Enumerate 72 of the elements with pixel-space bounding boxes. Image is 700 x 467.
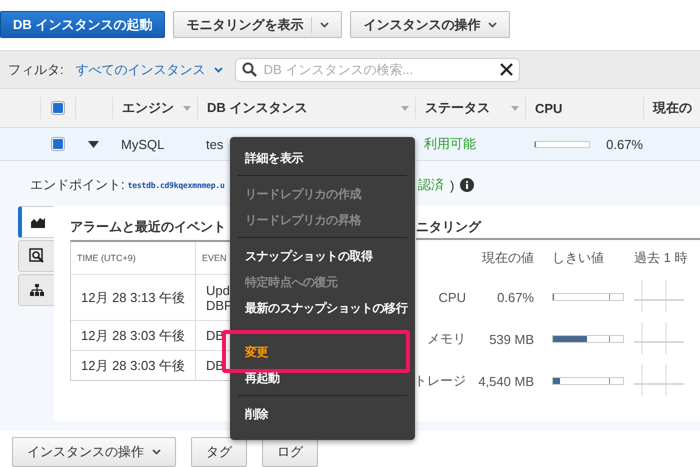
table-cell: DBF	[206, 298, 232, 312]
metric-value: 539 MB	[489, 332, 534, 346]
endpoint-paren: )	[450, 178, 454, 192]
search-icon	[28, 248, 44, 264]
clear-icon[interactable]	[500, 63, 513, 76]
metric-value: 4,540 MB	[478, 374, 534, 388]
caret-icon	[488, 22, 498, 28]
sort-caret-icon	[511, 106, 519, 110]
table-cell: 12月 28 3:13 午後	[71, 275, 196, 320]
column-header: TIME (UTC+9)	[77, 253, 136, 263]
action-button[interactable]: インスタンスの操作	[12, 437, 176, 467]
column-header: しきい値	[552, 249, 604, 267]
expand-arrow-icon[interactable]	[88, 140, 99, 148]
column-header: 過去 1 時	[634, 249, 688, 267]
area-chart-icon	[31, 216, 45, 228]
table-cell-text: tes	[205, 136, 224, 152]
monitoring-title: ニタリング	[416, 219, 481, 234]
metric-name: トレージ	[414, 372, 466, 390]
menu-item[interactable]: 削除	[230, 401, 415, 427]
hierarchy-icon	[30, 284, 44, 296]
table-cell-text: MySQL	[120, 136, 166, 152]
column-header: 現在の値	[482, 249, 534, 267]
cpu-bar	[534, 140, 590, 148]
instance-actions-button[interactable]: インスタンスの操作	[350, 11, 510, 38]
monitoring-button[interactable]: モニタリングを表示	[173, 11, 342, 38]
threshold-bar	[552, 293, 624, 301]
metric-value: 0.67%	[497, 290, 534, 304]
launch-instance-button[interactable]: DB インスタンスの起動	[0, 11, 166, 38]
sparkline-drawing	[634, 280, 684, 312]
info-icon[interactable]	[460, 178, 474, 192]
column-header: CPU	[525, 97, 643, 119]
side-tab[interactable]	[18, 206, 54, 238]
table-cell: 12月 28 3:03 午後	[71, 321, 196, 350]
side-tab[interactable]	[18, 274, 54, 306]
endpoint-status: 認済	[418, 176, 444, 194]
menu-item[interactable]: 変更	[230, 339, 415, 365]
search-box[interactable]: DB インスタンスの検索...	[234, 58, 520, 82]
table-cell: 0.67%	[606, 136, 643, 152]
filter-dropdown[interactable]: すべてのインスタンス	[76, 60, 226, 78]
column-header[interactable]: ステータス	[415, 97, 525, 119]
menu-item[interactable]: 最新のスナップショットの移行	[230, 295, 415, 321]
column-header: EVEN	[202, 253, 227, 263]
column-header[interactable]: エンジン	[112, 97, 197, 119]
menu-item[interactable]: 詳細を表示	[230, 145, 415, 171]
table-cell: Upd	[206, 282, 230, 298]
menu-item[interactable]: スナップショットの取得	[230, 243, 415, 269]
action-button[interactable]: ログ	[262, 437, 318, 467]
threshold-bar	[552, 335, 624, 343]
column-header[interactable]: DB インスタンス	[197, 97, 415, 119]
threshold-bar	[552, 377, 624, 385]
row-checkbox[interactable]	[50, 137, 64, 151]
search-icon	[242, 62, 257, 77]
events-title: アラームと最近のイベント	[70, 218, 226, 236]
caret-icon	[152, 449, 161, 455]
sort-caret-icon	[183, 106, 191, 110]
filter-label: フィルタ:	[8, 60, 64, 78]
metric-name: メモリ	[427, 330, 466, 348]
endpoint-link[interactable]: testdb.cd9kqexmnmep.u	[128, 180, 225, 190]
sparkline-drawing	[634, 322, 684, 354]
caret-icon	[320, 22, 330, 28]
sort-caret-icon	[401, 106, 409, 110]
endpoint-label: エンドポイント:	[30, 176, 125, 194]
side-tab[interactable]	[18, 240, 54, 272]
caret-icon	[214, 66, 223, 72]
metric-name: CPU	[438, 290, 466, 304]
menu-item[interactable]: 再起動	[230, 365, 415, 391]
column-header: 現在の	[643, 97, 700, 119]
action-button[interactable]: タグ	[191, 437, 247, 467]
table-cell: 12月 28 3:03 午後	[71, 351, 196, 380]
select-all-checkbox[interactable]	[51, 101, 65, 115]
sparkline-drawing	[634, 364, 684, 396]
status-text: 利用可能	[423, 135, 477, 153]
